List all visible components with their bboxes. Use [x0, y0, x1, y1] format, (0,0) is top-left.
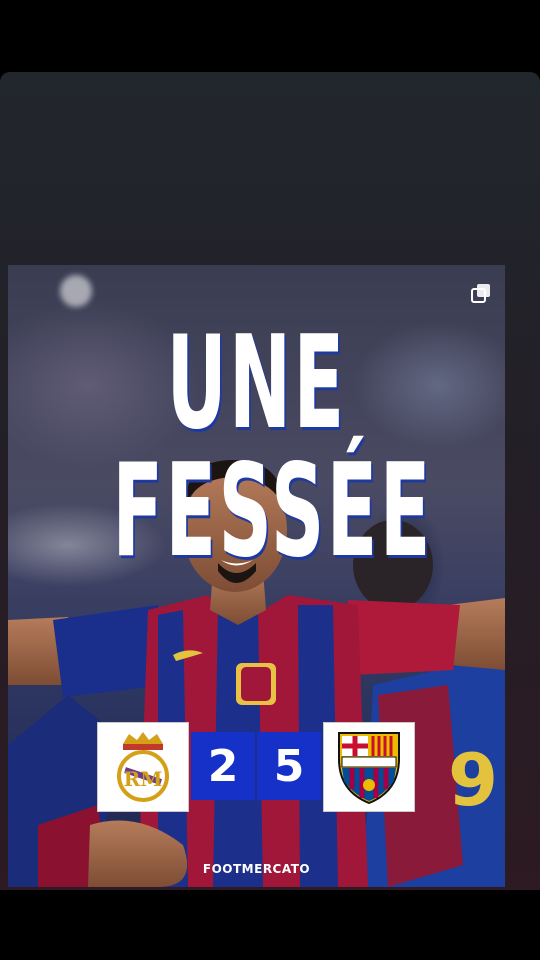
headline: UNE FESSÉE [112, 309, 433, 586]
fc-barcelona-crest-icon [338, 732, 400, 805]
story-bottom-bar [0, 890, 540, 960]
brand-logo: FOOTMERCATO [202, 862, 311, 876]
real-madrid-crest-icon: RM [117, 732, 169, 802]
scoreboard: RM 2 5 [97, 722, 415, 812]
post-image[interactable]: 9 UNE FESSÉE RM 2 5 FOOTMERCATO [8, 265, 505, 887]
svg-text:9: 9 [448, 738, 498, 822]
home-score: 2 [191, 732, 255, 800]
away-score: 5 [257, 732, 321, 800]
home-team-crest: RM [97, 722, 189, 812]
svg-text:RM: RM [124, 767, 163, 791]
away-team-crest [323, 722, 415, 812]
